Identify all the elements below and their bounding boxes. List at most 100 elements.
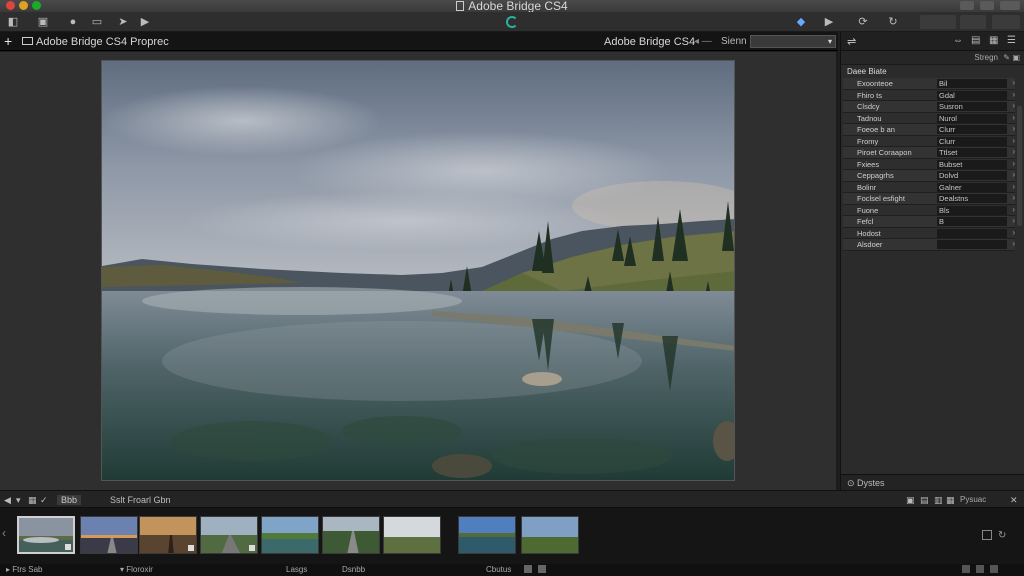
new-folder-group[interactable] bbox=[992, 15, 1020, 29]
metadata-value[interactable] bbox=[937, 240, 1007, 249]
folder-icon[interactable]: ▭ bbox=[90, 15, 104, 29]
metadata-row[interactable]: Clsdcy Susron › bbox=[843, 101, 1015, 113]
chevron-right-icon[interactable]: › bbox=[1012, 193, 1015, 202]
play-icon[interactable]: ▶ bbox=[822, 15, 836, 29]
scroll-left-icon[interactable]: ‹ bbox=[2, 526, 12, 546]
menu-icon[interactable]: ☰ bbox=[1007, 36, 1017, 46]
arrow-icon[interactable]: ◀ bbox=[4, 495, 11, 506]
chevron-right-icon[interactable]: › bbox=[1012, 124, 1015, 133]
sort-select[interactable]: ▾ bbox=[750, 35, 836, 48]
check-icon[interactable]: ✓ bbox=[40, 495, 48, 506]
metadata-row[interactable]: Alsdoer › bbox=[843, 239, 1015, 251]
metadata-row[interactable]: Tadnou Nurol › bbox=[843, 112, 1015, 124]
stack-icon[interactable] bbox=[982, 530, 992, 540]
rotate-icon[interactable]: ⟳ bbox=[856, 15, 870, 29]
metadata-row[interactable]: Piroet Coraapon Ttlset › bbox=[843, 147, 1015, 159]
zoom-in-icon[interactable] bbox=[538, 565, 546, 573]
thumbnail[interactable] bbox=[80, 516, 138, 554]
title-button-b[interactable] bbox=[980, 1, 994, 10]
add-icon[interactable]: + bbox=[4, 33, 12, 49]
view-icon-c[interactable]: ▥ bbox=[934, 495, 943, 506]
grid-icon[interactable]: ▦ bbox=[28, 495, 37, 506]
metadata-row[interactable]: Hodost › bbox=[843, 227, 1015, 239]
metadata-row[interactable]: Bolinr Galner › bbox=[843, 181, 1015, 193]
view-icon-d[interactable]: ▦ bbox=[946, 495, 955, 506]
sync-icon[interactable] bbox=[506, 16, 518, 28]
chevron-right-icon[interactable]: › bbox=[1012, 216, 1015, 225]
chevron-right-icon[interactable]: › bbox=[1012, 205, 1015, 214]
thumbnail[interactable] bbox=[17, 516, 75, 554]
chevron-right-icon[interactable]: › bbox=[1012, 159, 1015, 168]
metadata-row[interactable]: Fromy Clurr › bbox=[843, 135, 1015, 147]
expand-icon[interactable]: ▦ bbox=[989, 36, 999, 46]
chevron-right-icon[interactable]: › bbox=[1012, 90, 1015, 99]
metadata-row[interactable]: Exoonteoe Bil › bbox=[843, 78, 1015, 90]
metadata-row[interactable]: Foclsel esfight Dealstns › bbox=[843, 193, 1015, 205]
chevron-right-icon[interactable]: › bbox=[1012, 228, 1015, 237]
back-icon[interactable]: ◧ bbox=[6, 15, 20, 29]
metadata-value[interactable]: Nurol bbox=[937, 113, 1007, 123]
options-icon[interactable]: ▣ bbox=[1012, 53, 1020, 62]
metadata-value[interactable]: Bls bbox=[937, 205, 1007, 215]
metadata-value[interactable]: Clurr bbox=[937, 125, 1007, 134]
metadata-row[interactable]: Fhiro ts Gdal › bbox=[843, 89, 1015, 101]
edit-icon[interactable]: ✎ bbox=[1003, 53, 1010, 62]
metadata-value[interactable] bbox=[937, 228, 1007, 238]
grid-view-icon[interactable] bbox=[962, 565, 970, 573]
metadata-row[interactable]: Fefcl B › bbox=[843, 216, 1015, 228]
metadata-value[interactable]: Clurr bbox=[937, 136, 1007, 146]
chevron-right-icon[interactable]: › bbox=[1012, 113, 1015, 122]
keywords-panel-header[interactable]: ⊙ Dystes bbox=[841, 474, 1024, 490]
metadata-row[interactable]: Foeoe b an Clurr › bbox=[843, 124, 1015, 136]
open-icon[interactable]: ▶ bbox=[138, 15, 152, 29]
chevron-right-icon[interactable]: › bbox=[1012, 78, 1015, 87]
chevron-right-icon[interactable]: › bbox=[1012, 147, 1015, 156]
chevron-right-icon[interactable]: › bbox=[1012, 170, 1015, 179]
breadcrumb[interactable]: Adobe Bridge CS4 Proprec bbox=[36, 36, 169, 48]
metadata-value[interactable]: Galner bbox=[937, 182, 1007, 192]
title-button-c[interactable] bbox=[1000, 1, 1020, 10]
view-icon-a[interactable]: ▣ bbox=[906, 495, 915, 506]
title-button-a[interactable] bbox=[960, 1, 974, 10]
chevron-right-icon[interactable]: › bbox=[1012, 182, 1015, 191]
metadata-section-title[interactable]: Daee Biate bbox=[847, 67, 887, 76]
metadata-value[interactable]: Bil bbox=[937, 79, 1007, 88]
camera-icon[interactable]: ▣ bbox=[36, 15, 50, 29]
view-icon-b[interactable]: ▤ bbox=[920, 495, 929, 506]
arrow-left-icon[interactable]: ◂ — bbox=[694, 36, 712, 47]
thumbnail[interactable] bbox=[139, 516, 197, 554]
zoom-out-icon[interactable] bbox=[524, 565, 532, 573]
metadata-value[interactable]: Dolvd bbox=[937, 171, 1007, 180]
chevron-right-icon[interactable]: › bbox=[1012, 101, 1015, 110]
thumbnail[interactable] bbox=[200, 516, 258, 554]
metadata-value[interactable]: Dealstns bbox=[937, 194, 1007, 203]
view-group[interactable] bbox=[960, 15, 986, 29]
metadata-value[interactable]: B bbox=[937, 217, 1007, 226]
metadata-value[interactable]: Susron bbox=[937, 102, 1007, 111]
scrollbar[interactable] bbox=[1017, 106, 1022, 226]
thumbnail[interactable] bbox=[458, 516, 516, 554]
list-view-icon[interactable] bbox=[976, 565, 984, 573]
chevron-right-icon[interactable]: › bbox=[1012, 136, 1015, 145]
metadata-row[interactable]: Ceppagrhs Dolvd › bbox=[843, 170, 1015, 182]
metadata-row[interactable]: Fuone Bls › bbox=[843, 204, 1015, 216]
settings-icon[interactable]: ✕ bbox=[1010, 495, 1018, 506]
panel-menu-icon[interactable]: ⇌ bbox=[847, 35, 856, 48]
preview-image[interactable] bbox=[101, 60, 735, 481]
pointer-icon[interactable]: ➤ bbox=[116, 15, 130, 29]
detail-view-icon[interactable] bbox=[990, 565, 998, 573]
sort-icon[interactable]: ▾ bbox=[16, 495, 21, 506]
thumbnail[interactable] bbox=[521, 516, 579, 554]
review-icon[interactable]: ◆ bbox=[794, 15, 808, 29]
refine-icon[interactable]: ● bbox=[66, 15, 80, 29]
thumbnail[interactable] bbox=[261, 516, 319, 554]
delete-group[interactable] bbox=[920, 15, 956, 29]
metadata-value[interactable]: Bubset bbox=[937, 159, 1007, 169]
rotate-right-icon[interactable]: ↻ bbox=[886, 15, 900, 29]
metadata-row[interactable]: Fxiees Bubset › bbox=[843, 158, 1015, 170]
metadata-value[interactable]: Gdal bbox=[937, 90, 1007, 100]
view-mode-button[interactable]: Bbb bbox=[57, 495, 82, 505]
rotate-icon[interactable]: ↻ bbox=[998, 530, 1006, 541]
thumbnail[interactable] bbox=[322, 516, 380, 554]
collapse-icon[interactable]: ▤ bbox=[971, 36, 981, 46]
